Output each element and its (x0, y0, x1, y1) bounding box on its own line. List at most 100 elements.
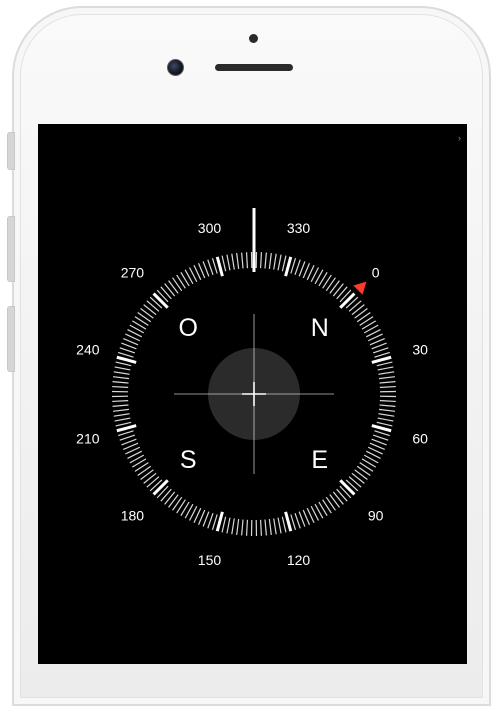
minor-tick (141, 309, 154, 319)
minor-tick (333, 492, 343, 504)
minor-tick (291, 514, 296, 529)
minor-tick (116, 422, 132, 426)
minor-tick (203, 512, 209, 527)
major-tick (154, 294, 168, 308)
minor-tick (265, 253, 266, 269)
minor-tick (237, 519, 239, 535)
degree-label: 0 (372, 264, 380, 280)
minor-tick (169, 281, 179, 294)
minor-tick (337, 489, 348, 501)
minor-tick (113, 377, 129, 379)
minor-tick (352, 305, 364, 315)
minor-tick (212, 514, 217, 529)
minor-tick (232, 518, 235, 534)
degree-label: 120 (287, 552, 311, 568)
minor-tick (115, 418, 131, 421)
minor-tick (380, 382, 396, 383)
minor-tick (115, 367, 131, 370)
minor-tick (330, 495, 340, 508)
minor-tick (355, 470, 368, 480)
minor-tick (247, 520, 248, 536)
minor-tick (282, 517, 286, 533)
minor-tick (269, 253, 271, 269)
minor-tick (144, 473, 156, 483)
major-tick (286, 257, 291, 276)
minor-tick (118, 431, 133, 436)
minor-tick (295, 260, 300, 275)
major-tick (340, 294, 354, 308)
minor-tick (278, 518, 281, 534)
front-camera (167, 59, 184, 76)
minor-tick (274, 254, 277, 270)
degree-label: 330 (287, 220, 311, 236)
degree-label: 90 (368, 508, 384, 524)
minor-tick (113, 382, 129, 383)
minor-tick (114, 414, 130, 417)
minor-tick (227, 518, 230, 534)
minor-tick (147, 301, 159, 312)
major-tick (340, 480, 354, 494)
minor-tick (374, 431, 389, 436)
minor-tick (379, 377, 395, 379)
minor-tick (373, 348, 388, 353)
compass-dial[interactable]: 0306090120150180210240270300330NESO (38, 124, 467, 664)
minor-tick (112, 401, 128, 402)
major-tick (117, 357, 136, 362)
minor-tick (378, 414, 394, 417)
minor-tick (278, 255, 281, 271)
minor-tick (282, 256, 286, 272)
minor-tick (165, 284, 175, 296)
degree-label: 60 (412, 431, 428, 447)
minor-tick (161, 287, 172, 299)
minor-tick (144, 305, 156, 315)
cardinal-label-s: S (180, 446, 197, 474)
mute-switch (7, 132, 15, 170)
minor-tick (237, 253, 239, 269)
minor-tick (247, 252, 248, 268)
minor-tick (121, 343, 136, 349)
minor-tick (208, 260, 213, 275)
minor-tick (377, 422, 393, 426)
degree-label: 270 (121, 264, 145, 280)
degree-label: 150 (198, 552, 222, 568)
north-marker-icon (353, 277, 371, 295)
minor-tick (380, 401, 396, 402)
minor-tick (377, 362, 393, 366)
major-tick (154, 480, 168, 494)
minor-tick (337, 287, 348, 299)
minor-tick (374, 352, 389, 357)
minor-tick (299, 261, 305, 276)
minor-tick (116, 362, 132, 366)
phone-screen: › 0306090120150180210240270300330NESO (38, 124, 467, 664)
minor-tick (295, 513, 300, 528)
minor-tick (232, 254, 235, 270)
minor-tick (380, 405, 396, 406)
minor-tick (121, 439, 136, 445)
minor-tick (330, 281, 340, 294)
minor-tick (222, 517, 226, 533)
minor-tick (141, 470, 154, 480)
major-tick (372, 426, 391, 431)
degree-label: 240 (76, 341, 100, 357)
major-tick (217, 257, 222, 276)
minor-tick (161, 489, 172, 501)
volume-up-button (7, 216, 15, 282)
cardinal-label-e: E (311, 446, 328, 474)
minor-tick (373, 435, 388, 440)
minor-tick (112, 387, 128, 388)
minor-tick (227, 255, 230, 271)
cardinal-label-o: O (179, 314, 198, 342)
minor-tick (113, 405, 129, 406)
minor-tick (378, 418, 394, 421)
minor-tick (118, 352, 133, 357)
minor-tick (378, 372, 394, 375)
minor-tick (242, 520, 243, 536)
degree-label: 30 (412, 341, 428, 357)
minor-tick (269, 519, 271, 535)
minor-tick (274, 518, 277, 534)
major-tick (372, 357, 391, 362)
minor-tick (114, 372, 130, 375)
minor-tick (349, 477, 361, 488)
major-tick (286, 512, 291, 531)
minor-tick (372, 343, 387, 349)
